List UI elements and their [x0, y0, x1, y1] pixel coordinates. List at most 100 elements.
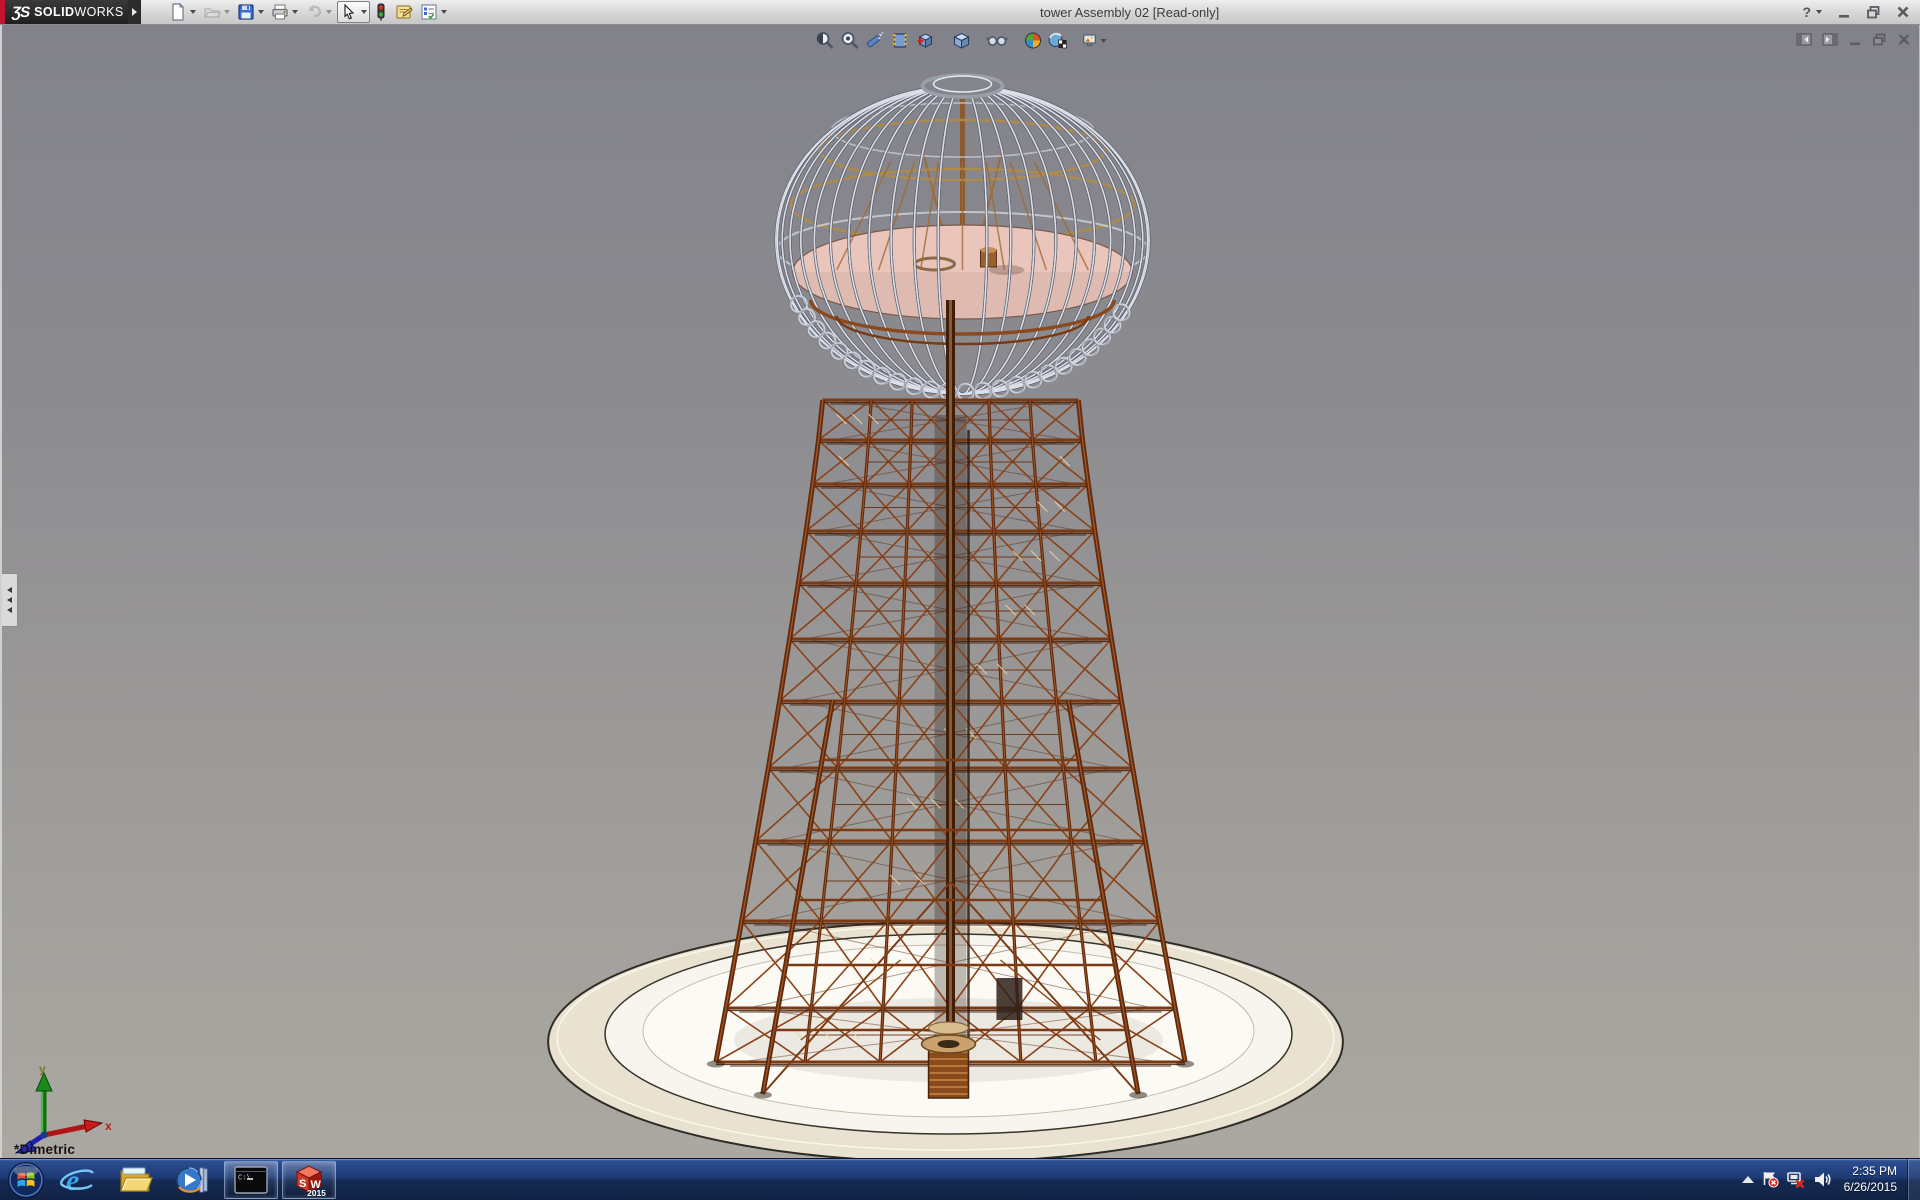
dropdown-arrow[interactable] [1816, 10, 1822, 14]
svg-text:e: e [66, 1164, 79, 1197]
help-icon: ? [1802, 4, 1811, 20]
svg-text:S: S [299, 1178, 306, 1190]
previous-view-button[interactable] [862, 28, 887, 53]
close-button[interactable] [1896, 5, 1910, 19]
volume-icon[interactable] [1814, 1171, 1832, 1188]
print-icon [271, 3, 289, 21]
interference-check-button[interactable] [373, 2, 389, 22]
comment-note-icon [394, 3, 413, 21]
dropdown-arrow[interactable] [326, 10, 332, 14]
document-window-controls [1796, 33, 1911, 46]
heads-up-toolbar [812, 28, 1106, 53]
dropdown-arrow[interactable] [1100, 39, 1106, 43]
collapse-pane-right-button[interactable] [1822, 33, 1838, 46]
display-style-button[interactable] [948, 28, 973, 53]
dropdown-arrow[interactable] [224, 10, 230, 14]
new-document-icon [169, 3, 187, 21]
open-folder-icon [203, 3, 221, 21]
zoom-to-fit-button[interactable] [812, 28, 837, 53]
help-button[interactable]: ? [1802, 4, 1822, 20]
document-restore-button[interactable] [1872, 33, 1887, 46]
eyeglasses-icon [985, 30, 1008, 51]
clock-date: 6/26/2015 [1844, 1180, 1897, 1196]
save-icon [237, 3, 255, 21]
show-hidden-icons-button[interactable] [1742, 1176, 1754, 1184]
left-arrow-icon [7, 607, 12, 613]
solidworks-2015-icon: S W 2015 [290, 1162, 328, 1198]
media-player-icon [175, 1163, 211, 1197]
undo-icon [305, 3, 323, 21]
taskbar-media-player[interactable] [166, 1161, 220, 1199]
standard-toolbar [167, 1, 449, 23]
svg-text:2015: 2015 [307, 1188, 326, 1198]
taskbar-solidworks[interactable]: S W 2015 [282, 1161, 336, 1199]
solidworks-window: ƷS SOLIDWORKS [0, 0, 1920, 1200]
taskbar-clock[interactable]: 2:35 PM 6/26/2015 [1844, 1164, 1897, 1195]
dropdown-arrow[interactable] [258, 10, 264, 14]
window-title: tower Assembly 02 [Read-only] [1040, 0, 1219, 24]
document-minimize-button[interactable] [1848, 33, 1862, 46]
section-view-button[interactable] [887, 28, 912, 53]
right-arrow-icon [132, 8, 137, 16]
view-orientation-label: *Dimetric [14, 1142, 75, 1157]
design-checker-button[interactable] [418, 2, 449, 22]
display-style-icon [950, 30, 971, 51]
checklist-icon [420, 3, 438, 21]
view-orientation-button[interactable] [912, 28, 937, 53]
taskbar-command-prompt[interactable]: C:\ [224, 1161, 278, 1199]
clock-time: 2:35 PM [1844, 1164, 1897, 1180]
action-center-icon[interactable] [1762, 1171, 1779, 1188]
dropdown-arrow[interactable] [292, 10, 298, 14]
svg-text:y: y [39, 1063, 46, 1076]
taskbar-internet-explorer[interactable]: e [50, 1161, 104, 1199]
collapsed-panel-tab[interactable] [2, 573, 18, 627]
titlebar: ƷS SOLIDWORKS [0, 0, 1920, 25]
show-desktop-button[interactable] [1907, 1159, 1920, 1200]
command-prompt-icon: C:\ [234, 1166, 268, 1194]
zoom-to-area-icon [839, 30, 860, 51]
view-orientation-icon [914, 30, 935, 51]
hide-show-items-button[interactable] [984, 28, 1009, 53]
edit-appearance-button[interactable] [1020, 28, 1045, 53]
internet-explorer-icon: e [59, 1163, 95, 1197]
start-button[interactable] [6, 1160, 46, 1200]
apply-scene-icon [1047, 30, 1069, 51]
document-close-button[interactable] [1897, 33, 1911, 46]
windows-start-icon [7, 1161, 45, 1199]
tower-assembly-model[interactable] [2, 25, 1919, 1158]
minimize-button[interactable] [1837, 5, 1851, 19]
left-arrow-icon [7, 597, 12, 603]
brand-name: SOLIDWORKS [34, 5, 123, 19]
view-settings-button[interactable] [1081, 28, 1106, 53]
print-button[interactable] [269, 2, 300, 22]
new-document-button[interactable] [167, 2, 198, 22]
appearance-sphere-icon [1022, 30, 1043, 51]
comment-button[interactable] [392, 2, 415, 22]
taskbar: e [0, 1158, 1920, 1200]
zoom-to-area-button[interactable] [837, 28, 862, 53]
menu-expand-arrow[interactable] [128, 0, 141, 24]
dropdown-arrow[interactable] [190, 10, 196, 14]
undo-button[interactable] [303, 2, 334, 22]
previous-view-icon [864, 30, 885, 51]
taskbar-file-explorer[interactable] [108, 1161, 162, 1199]
svg-text:x: x [105, 1119, 112, 1133]
dropdown-arrow[interactable] [361, 10, 367, 14]
zoom-to-fit-icon [814, 30, 835, 51]
open-button[interactable] [201, 2, 232, 22]
select-cursor-icon [340, 3, 358, 21]
restore-button[interactable] [1866, 5, 1881, 19]
section-view-icon [889, 30, 910, 51]
collapse-pane-left-button[interactable] [1796, 33, 1812, 46]
dropdown-arrow[interactable] [441, 10, 447, 14]
ds-logo-icon: ƷS [11, 4, 31, 21]
model-viewport[interactable]: y x *Dimetric [0, 25, 1920, 1158]
view-settings-icon [1081, 30, 1097, 51]
solidworks-logo: ƷS SOLIDWORKS [0, 0, 128, 24]
save-button[interactable] [235, 2, 266, 22]
apply-scene-button[interactable] [1045, 28, 1070, 53]
left-arrow-icon [7, 587, 12, 593]
select-button[interactable] [337, 1, 370, 23]
folder-icon [117, 1164, 153, 1196]
network-status-icon[interactable] [1787, 1171, 1806, 1188]
